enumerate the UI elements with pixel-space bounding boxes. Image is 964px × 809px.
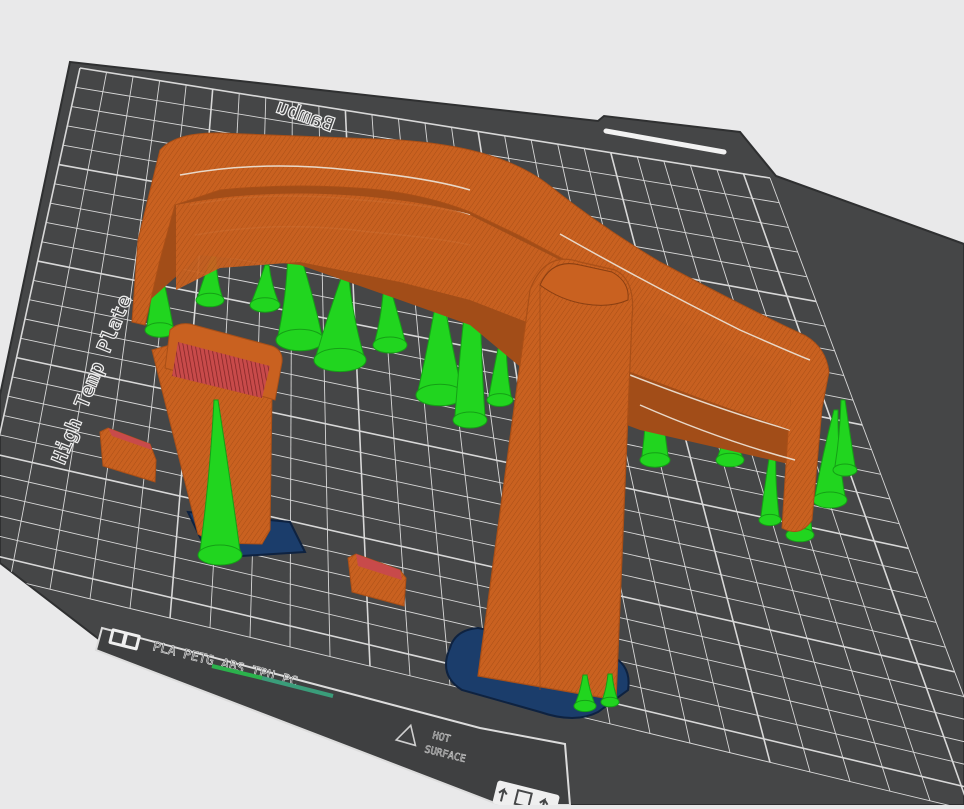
3d-preview-viewport[interactable]: Bambu High Temp Plate PLA PETG ABS TPU P… [0,0,964,809]
build-plate-scene: Bambu High Temp Plate PLA PETG ABS TPU P… [0,60,964,809]
